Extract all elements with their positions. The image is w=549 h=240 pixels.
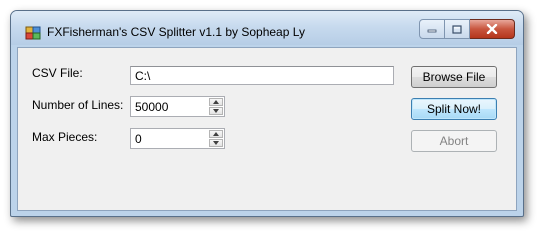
max-pieces-value: 0	[135, 132, 142, 146]
maximize-button[interactable]	[445, 19, 470, 39]
number-of-lines-down-arrow[interactable]	[209, 107, 223, 115]
close-button[interactable]	[470, 19, 515, 39]
split-now-button[interactable]: Split Now!	[411, 98, 497, 120]
max-pieces-label: Max Pieces:	[32, 130, 98, 144]
minimize-icon	[427, 29, 437, 33]
app-window: FXFisherman's CSV Splitter v1.1 by Sophe…	[10, 10, 524, 217]
chevron-up-icon	[213, 100, 219, 104]
csv-grid-icon	[25, 25, 41, 41]
number-of-lines-label: Number of Lines:	[32, 98, 124, 112]
number-of-lines-value: 50000	[135, 100, 169, 114]
number-of-lines-spin-buttons	[209, 98, 223, 115]
chevron-up-icon	[213, 132, 219, 136]
minimize-button[interactable]	[419, 19, 445, 39]
chevron-down-icon	[213, 109, 219, 113]
chevron-down-icon	[213, 141, 219, 145]
max-pieces-stepper[interactable]: 0	[130, 128, 225, 149]
browse-file-button[interactable]: Browse File	[411, 66, 497, 88]
csv-file-input[interactable]: C:\	[130, 66, 394, 85]
max-pieces-down-arrow[interactable]	[209, 139, 223, 147]
close-icon	[486, 24, 498, 34]
form-client-area: CSV File: C:\ Number of Lines: 50000 Max…	[17, 47, 517, 211]
number-of-lines-up-arrow[interactable]	[209, 98, 223, 106]
number-of-lines-stepper[interactable]: 50000	[130, 96, 225, 117]
caption-buttons	[419, 19, 515, 39]
title-bar[interactable]: FXFisherman's CSV Splitter v1.1 by Sophe…	[11, 11, 523, 45]
window-title: FXFisherman's CSV Splitter v1.1 by Sophe…	[47, 25, 305, 39]
abort-button[interactable]: Abort	[411, 130, 497, 152]
csv-file-label: CSV File:	[32, 66, 83, 80]
maximize-icon	[452, 24, 462, 34]
max-pieces-spin-buttons	[209, 130, 223, 147]
max-pieces-up-arrow[interactable]	[209, 130, 223, 138]
